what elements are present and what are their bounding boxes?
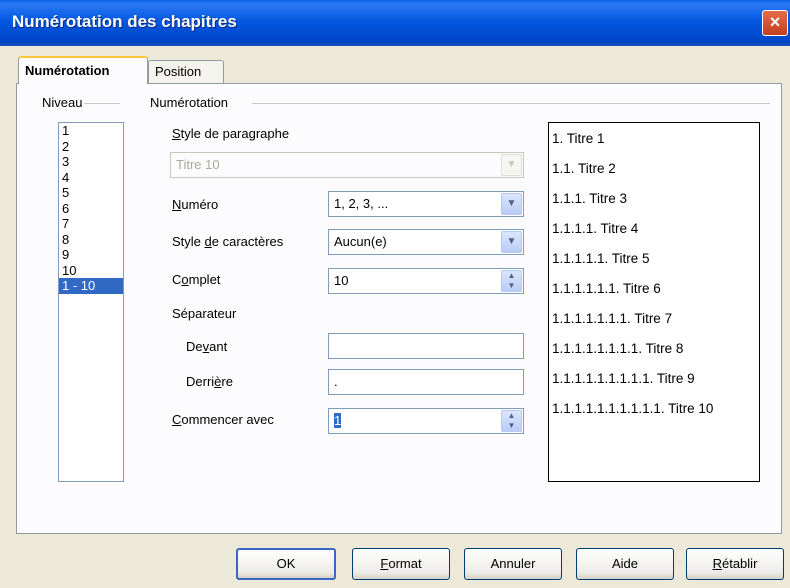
numbering-group-label: Numérotation [148, 95, 231, 110]
chevron-down-icon[interactable]: ▼ [501, 231, 522, 253]
number-value: 1, 2, 3, ... [334, 196, 389, 211]
level-list-item[interactable]: 8 [59, 232, 123, 248]
format-button[interactable]: Format [352, 548, 450, 580]
after-value: . [334, 374, 338, 389]
paragraph-style-select: Titre 10 ▼ [170, 152, 524, 178]
preview-line: 1.1.1.1.1. Titre 5 [552, 251, 650, 266]
complete-spinner[interactable]: 10 ▲ ▼ [328, 268, 524, 294]
char-style-select[interactable]: Aucun(e) ▼ [328, 229, 524, 255]
paragraph-style-label: Style de paragraphe [172, 126, 290, 141]
numbering-preview: 1. Titre 1 1.1. Titre 2 1.1.1. Titre 3 1.1.… [548, 122, 760, 482]
preview-line: 1.1.1. Titre 3 [552, 191, 628, 206]
tab-position[interactable]: Position [148, 60, 224, 83]
complete-value: 10 [334, 273, 349, 288]
title-bar[interactable]: Numérotation des chapitres × [0, 0, 790, 46]
preview-line: 1.1.1.1. Titre 4 [552, 221, 639, 236]
paragraph-style-value: Titre 10 [176, 157, 220, 172]
chevron-down-icon[interactable]: ▼ [501, 193, 522, 215]
level-list[interactable]: 1 2 3 4 5 6 7 8 9 10 1 - 10 [58, 122, 124, 482]
level-list-item[interactable]: 6 [59, 201, 123, 217]
level-list-item[interactable]: 2 [59, 139, 123, 155]
level-list-item[interactable]: 1 [59, 123, 123, 139]
close-icon: × [769, 12, 781, 32]
preview-line: 1.1.1.1.1.1.1.1.1.1. Titre 10 [552, 401, 714, 416]
window-title: Numérotation des chapitres [12, 12, 237, 31]
level-list-item[interactable]: 10 [59, 263, 123, 279]
separator-label: Séparateur [172, 306, 237, 321]
preview-line: 1.1.1.1.1.1.1. Titre 7 [552, 311, 673, 326]
reset-button[interactable]: Rétablir [686, 548, 784, 580]
start-with-value: 1 [334, 413, 342, 428]
preview-line: 1.1. Titre 2 [552, 161, 616, 176]
before-label: Devant [186, 339, 228, 354]
chevron-down-icon: ▼ [501, 154, 522, 176]
level-group-label: Niveau [40, 95, 85, 110]
spin-icon[interactable]: ▲ ▼ [501, 270, 522, 292]
numbering-group-line [252, 103, 770, 104]
tab-numerotation[interactable]: Numérotation [18, 56, 148, 84]
start-with-label: Commencer avec [172, 412, 274, 427]
number-select[interactable]: 1, 2, 3, ... ▼ [328, 191, 524, 217]
level-list-item[interactable]: 7 [59, 216, 123, 232]
char-style-label: Style de caractères [172, 234, 284, 249]
preview-line: 1.1.1.1.1.1.1.1. Titre 8 [552, 341, 684, 356]
preview-line: 1.1.1.1.1.1.1.1.1. Titre 9 [552, 371, 695, 386]
before-input[interactable] [328, 333, 524, 359]
dialog-client: Numérotation Position Niveau 1 2 3 4 5 6 7 8 9 10… [6, 46, 784, 588]
level-list-item[interactable]: 4 [59, 170, 123, 186]
after-input[interactable]: . [328, 369, 524, 395]
preview-line: 1.1.1.1.1.1. Titre 6 [552, 281, 661, 296]
start-with-spinner[interactable]: 1 ▲ ▼ [328, 408, 524, 434]
level-list-item[interactable]: 3 [59, 154, 123, 170]
level-list-item[interactable]: 5 [59, 185, 123, 201]
close-button[interactable]: × [762, 10, 788, 36]
level-list-item[interactable]: 9 [59, 247, 123, 263]
complete-label: Complet [172, 272, 221, 287]
after-label: Derrière [186, 374, 233, 389]
cancel-button[interactable]: Annuler [464, 548, 562, 580]
spin-icon[interactable]: ▲ ▼ [501, 410, 522, 432]
level-list-item[interactable]: 1 - 10 [59, 278, 123, 294]
number-label: Numéro [172, 197, 219, 212]
char-style-value: Aucun(e) [334, 234, 387, 249]
preview-line: 1. Titre 1 [552, 131, 605, 146]
ok-button[interactable]: OK [236, 548, 336, 580]
help-button[interactable]: Aide [576, 548, 674, 580]
